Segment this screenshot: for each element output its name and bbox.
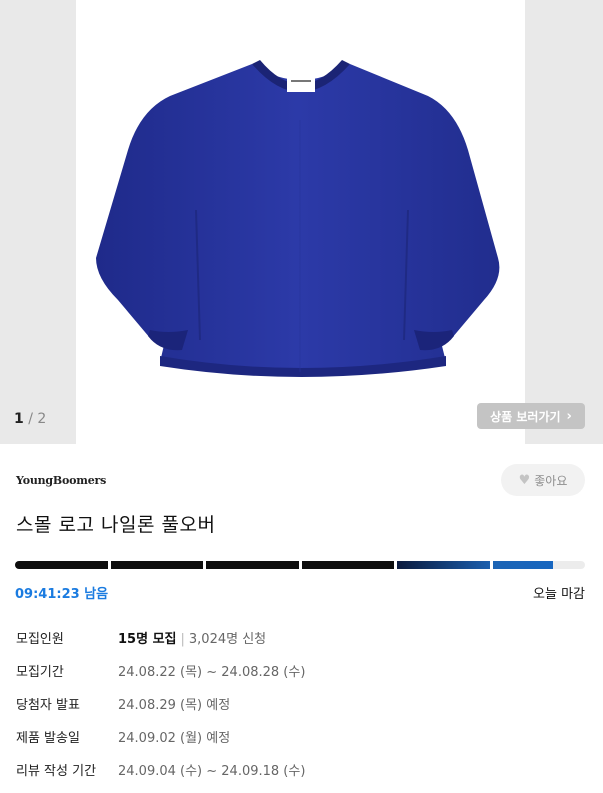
like-button[interactable]: ♥ 좋아요 <box>501 464 585 496</box>
like-label: 좋아요 <box>534 473 568 488</box>
campaign-details: 모집인원 15명 모집 | 3,024명 신청 모집기간 24.08.22 (목) … <box>16 628 586 793</box>
pager-current: 1 <box>14 411 24 427</box>
detail-row-review: 리뷰 작성 기간 24.09.04 (수) ~ 24.09.18 (수) <box>16 760 586 793</box>
deadline-label: 오늘 마감 <box>533 587 585 602</box>
detail-label: 모집인원 <box>16 632 64 647</box>
product-image-gallery[interactable]: 1 / 2 상품 보러가기 › <box>0 0 603 444</box>
detail-value: 24.09.04 (수) ~ 24.09.18 (수) <box>118 764 306 779</box>
detail-value: 15명 모집 | 3,024명 신청 <box>118 628 266 647</box>
divider: | <box>180 632 185 647</box>
progress-segment <box>397 561 490 569</box>
detail-label: 모집기간 <box>16 665 64 680</box>
applicant-count: 3,024명 신청 <box>188 632 267 647</box>
progress-segment <box>301 561 394 569</box>
detail-label: 제품 발송일 <box>16 731 80 746</box>
view-product-label: 상품 보러가기 <box>490 409 561 424</box>
progress-segment <box>206 561 299 569</box>
detail-row-shipping: 제품 발송일 24.09.02 (월) 예정 <box>16 727 586 760</box>
pager-total: 2 <box>37 411 47 427</box>
product-title: 스몰 로고 나일론 풀오버 <box>16 514 216 536</box>
product-image-pullover <box>96 60 500 377</box>
progress-segment <box>15 561 108 569</box>
detail-label: 리뷰 작성 기간 <box>16 764 97 779</box>
heart-icon: ♥ <box>518 472 531 488</box>
view-product-button[interactable]: 상품 보러가기 › <box>477 403 585 429</box>
detail-row-recruit: 모집인원 15명 모집 | 3,024명 신청 <box>16 628 586 661</box>
progress-segment <box>110 561 203 569</box>
image-pager: 1 / 2 <box>14 411 46 427</box>
detail-row-announce: 당첨자 발표 24.08.29 (목) 예정 <box>16 694 586 727</box>
time-remaining: 09:41:23 남음 <box>15 587 109 602</box>
pager-separator: / <box>28 411 33 427</box>
detail-value: 24.08.29 (목) 예정 <box>118 698 231 713</box>
detail-label: 당첨자 발표 <box>16 698 80 713</box>
detail-value: 24.09.02 (월) 예정 <box>118 731 231 746</box>
chevron-right-icon: › <box>566 408 572 424</box>
recruit-count: 15명 모집 <box>118 632 177 647</box>
progress-segment <box>492 561 585 569</box>
detail-value: 24.08.22 (목) ~ 24.08.28 (수) <box>118 665 306 680</box>
brand-name[interactable]: YoungBoomers <box>16 474 106 487</box>
countdown-progress-bar <box>15 561 585 569</box>
detail-row-period: 모집기간 24.08.22 (목) ~ 24.08.28 (수) <box>16 661 586 694</box>
